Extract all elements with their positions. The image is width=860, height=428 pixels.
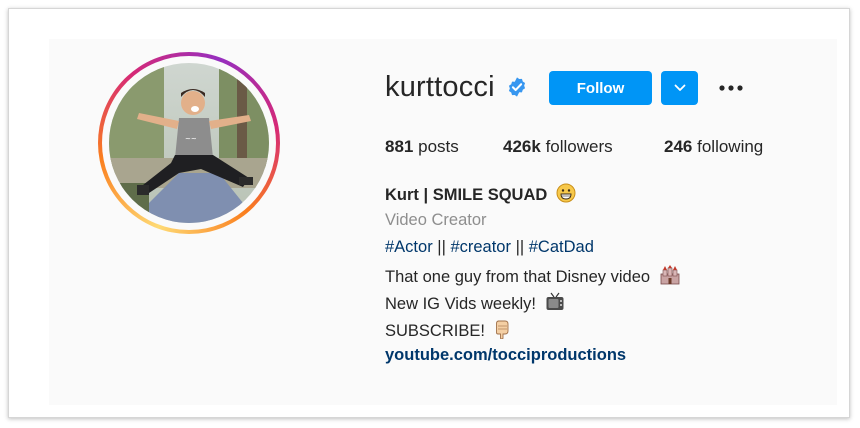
more-options-button[interactable] xyxy=(717,77,745,99)
castle-icon xyxy=(660,265,680,285)
following-count: 246 xyxy=(664,137,693,156)
more-horizontal-icon xyxy=(719,85,743,91)
profile-username: kurttocci xyxy=(385,71,495,103)
story-ring[interactable]: ~~ xyxy=(98,52,280,234)
following-stat[interactable]: 246 following xyxy=(664,137,763,157)
followers-stat[interactable]: 426k followers xyxy=(503,137,613,157)
tv-icon xyxy=(546,292,564,310)
following-label: following xyxy=(697,137,764,156)
chevron-down-icon xyxy=(674,84,685,91)
bio-line: That one guy from that Disney video xyxy=(385,265,681,287)
hashtag-link[interactable]: #creator xyxy=(450,238,511,256)
follow-button[interactable]: Follow xyxy=(549,71,652,105)
posts-count: 881 xyxy=(385,137,414,156)
hashtag-link[interactable]: #Actor xyxy=(385,238,433,256)
svg-text:~~: ~~ xyxy=(185,135,197,143)
bio-hashtags: #Actor || #creator || #CatDad xyxy=(385,238,594,257)
hashtag-separator: || xyxy=(437,238,446,256)
screenshot-frame: ~~ kurttocci Follow 881 posts 426k follo… xyxy=(8,8,850,418)
followers-label: followers xyxy=(545,137,613,156)
suggested-accounts-button[interactable] xyxy=(661,71,698,105)
followers-count: 426k xyxy=(503,137,541,156)
avatar[interactable]: ~~ xyxy=(109,63,269,223)
hashtag-separator: || xyxy=(515,238,525,256)
hashtag-link[interactable]: #CatDad xyxy=(529,238,594,256)
bio-line: SUBSCRIBE! xyxy=(385,319,512,341)
pointing-down-icon xyxy=(495,320,508,339)
bio-category: Video Creator xyxy=(385,211,487,229)
avatar-photo: ~~ xyxy=(109,63,269,223)
grinning-face-icon xyxy=(556,183,576,203)
verified-badge-icon xyxy=(508,77,526,97)
posts-stat: 881 posts xyxy=(385,137,459,157)
bio-website-link[interactable]: youtube.com/tocciproductions xyxy=(385,346,626,365)
bio-line: New IG Vids weekly! xyxy=(385,292,565,314)
bio-full-name: Kurt | SMILE SQUAD xyxy=(385,183,576,205)
posts-label: posts xyxy=(418,137,459,156)
